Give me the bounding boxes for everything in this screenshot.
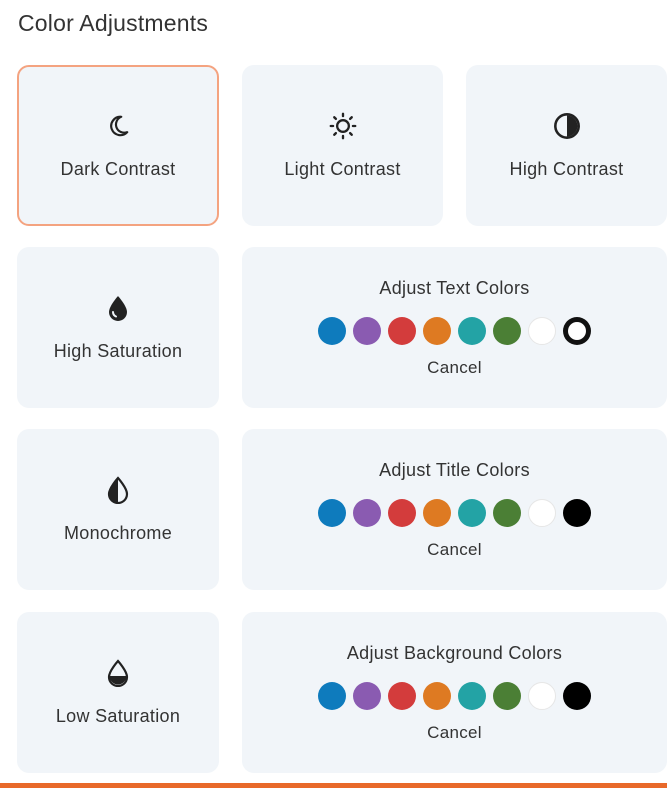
swatch-orange[interactable]	[423, 316, 451, 345]
swatch-purple[interactable]	[353, 498, 381, 527]
section-title: Adjust Title Colors	[379, 459, 530, 480]
swatch-row	[318, 316, 591, 345]
panel-title: Color Adjustments	[18, 10, 209, 36]
swatch-row	[318, 681, 591, 710]
swatch-blue[interactable]	[318, 681, 346, 710]
background-colors-card: Adjust Background Colors Cancel	[242, 612, 667, 773]
swatch-teal[interactable]	[458, 316, 486, 345]
swatch-row	[318, 498, 591, 527]
cancel-button[interactable]: Cancel	[427, 540, 482, 560]
swatch-orange[interactable]	[423, 681, 451, 710]
swatch-green[interactable]	[493, 681, 521, 710]
swatch-black[interactable]	[563, 316, 591, 345]
high-contrast-card[interactable]: High Contrast	[466, 65, 667, 226]
cancel-button[interactable]: Cancel	[427, 358, 482, 378]
drop-filled-icon	[103, 293, 133, 323]
swatch-blue[interactable]	[318, 316, 346, 345]
swatch-green[interactable]	[493, 316, 521, 345]
swatch-purple[interactable]	[353, 316, 381, 345]
card-label: High Contrast	[509, 159, 624, 179]
card-label: Monochrome	[63, 523, 173, 543]
drop-half-icon	[103, 475, 133, 505]
swatch-white[interactable]	[528, 681, 556, 710]
swatch-white[interactable]	[528, 316, 556, 345]
swatch-blue[interactable]	[318, 498, 346, 527]
monochrome-card[interactable]: Monochrome	[17, 429, 219, 590]
title-colors-card: Adjust Title Colors Cancel	[242, 429, 667, 590]
swatch-white[interactable]	[528, 498, 556, 527]
contrast-icon	[552, 111, 582, 141]
dark-contrast-card[interactable]: Dark Contrast	[17, 65, 219, 226]
drop-low-icon	[103, 658, 133, 688]
card-label: Dark Contrast	[60, 159, 176, 179]
accent-bar	[0, 783, 667, 788]
swatch-red[interactable]	[388, 681, 416, 710]
text-colors-card: Adjust Text Colors Cancel	[242, 247, 667, 408]
moon-icon	[103, 111, 133, 141]
swatch-red[interactable]	[388, 498, 416, 527]
cancel-button[interactable]: Cancel	[427, 723, 482, 743]
card-label: Light Contrast	[284, 159, 401, 179]
card-label: Low Saturation	[55, 706, 181, 726]
light-contrast-card[interactable]: Light Contrast	[242, 65, 443, 226]
card-label: High Saturation	[53, 341, 183, 361]
high-saturation-card[interactable]: High Saturation	[17, 247, 219, 408]
swatch-teal[interactable]	[458, 498, 486, 527]
swatch-orange[interactable]	[423, 498, 451, 527]
swatch-black[interactable]	[563, 498, 591, 527]
swatch-teal[interactable]	[458, 681, 486, 710]
swatch-green[interactable]	[493, 498, 521, 527]
low-saturation-card[interactable]: Low Saturation	[17, 612, 219, 773]
section-title: Adjust Text Colors	[379, 277, 530, 298]
section-title: Adjust Background Colors	[346, 642, 563, 663]
sun-icon	[328, 111, 358, 141]
swatch-purple[interactable]	[353, 681, 381, 710]
swatch-red[interactable]	[388, 316, 416, 345]
swatch-black[interactable]	[563, 681, 591, 710]
